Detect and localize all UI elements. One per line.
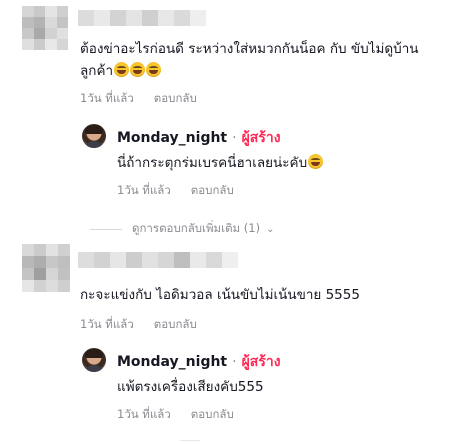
creator-badge: ผู้สร้าง [241,130,281,146]
reply-username[interactable]: Monday_night · ผู้สร้าง [117,351,281,373]
comment-text: กะจะแข่งกับ ไอดิมวอล เน้นขับไม่เน้นขาย 5… [80,287,360,303]
chevron-down-icon: ⌄ [266,223,275,235]
comment-meta: 1วัน ที่แล้ว ตอบกลับ [80,316,197,334]
view-more-replies-cut[interactable] [180,440,210,441]
grinning-face-with-tears-icon [130,62,146,77]
timestamp: 1วัน ที่แล้ว [80,317,134,331]
avatar[interactable] [22,6,68,50]
timestamp: 1วัน ที่แล้ว [80,91,134,105]
divider [90,228,122,230]
reply-button[interactable]: ตอบกลับ [154,316,197,334]
reply-button[interactable]: ตอบกลับ [191,182,234,200]
grinning-face-with-tears-icon [114,62,130,77]
comment-text-line2: ลูกค้า [80,60,162,82]
avatar[interactable] [22,244,70,292]
creator-badge: ผู้สร้าง [241,354,281,370]
timestamp: 1วัน ที่แล้ว [117,183,171,197]
reply-text: แพ้ตรงเครื่องเสียงคับ555 [117,379,264,395]
grinning-face-with-tears-icon [308,154,324,169]
reply-meta: 1วัน ที่แล้ว ตอบกลับ [117,406,234,424]
creator-avatar[interactable] [82,124,106,148]
comment-text: ต้องข่าอะไรก่อนดี ระหว่างใส่หมวกกันน็อค … [80,41,419,57]
reply-meta: 1วัน ที่แล้ว ตอบกลับ [117,182,234,200]
comment-meta: 1วัน ที่แล้ว ตอบกลับ [80,90,197,108]
reply-button[interactable]: ตอบกลับ [191,406,234,424]
view-more-replies[interactable]: ดูการตอบกลับเพิ่มเติม (1) ⌄ [90,220,274,238]
grinning-face-with-tears-icon [146,62,162,77]
divider [180,440,200,441]
reply-text: นี่ถ้ากระตุกร่มเบรคนี่ฮาเลยน่ะคับ [117,152,324,174]
timestamp: 1วัน ที่แล้ว [117,407,171,421]
reply-button[interactable]: ตอบกลับ [154,90,197,108]
reply-username[interactable]: Monday_night · ผู้สร้าง [117,127,281,149]
creator-avatar[interactable] [82,348,106,372]
username-censored[interactable] [78,252,238,268]
username-censored[interactable] [78,10,206,26]
